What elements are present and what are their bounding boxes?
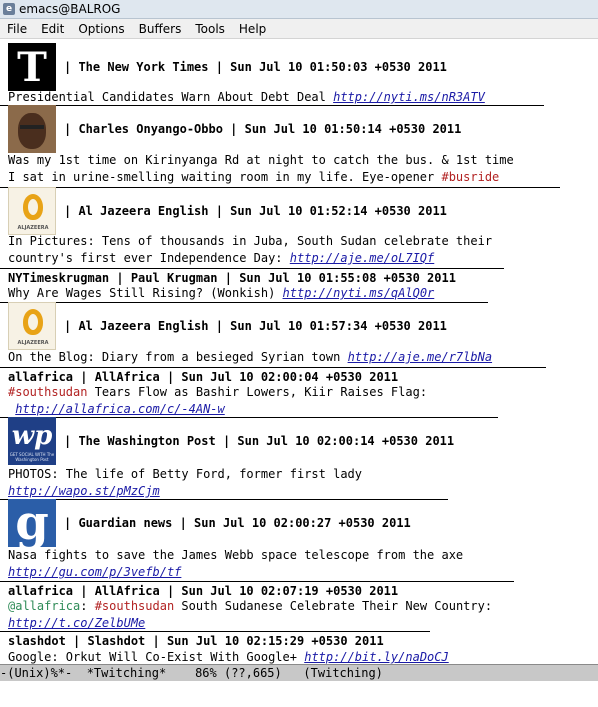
window-title: emacs@BALROG: [19, 2, 121, 16]
tweet-link[interactable]: http://allafrica.com/c/-4AN-w: [15, 402, 225, 416]
tweet-header: g | Guardian news | Sun Jul 10 02:00:27 +…: [8, 499, 411, 547]
tweet-header: ALJAZEERA | Al Jazeera English | Sun Jul …: [8, 187, 447, 235]
tweet-author-line: | Al Jazeera English | Sun Jul 10 01:52:…: [64, 204, 447, 218]
hashtag[interactable]: #southsudan: [8, 385, 87, 399]
tweet-separator: [0, 367, 546, 368]
menu-help[interactable]: Help: [232, 22, 273, 36]
aljazeera-logo: ALJAZEERA: [8, 187, 56, 235]
tweet-link[interactable]: http://gu.com/p/3vefb/tf: [8, 565, 181, 579]
aljazeera-wordmark: ALJAZEERA: [17, 340, 49, 346]
tweet-text-line: country's first ever Independence Day: h…: [8, 250, 434, 267]
tweet-header: wp GET SOCIAL WITH The Washington Post | T…: [8, 417, 454, 465]
tweet-text: PHOTOS: The life of Betty Ford, former f…: [8, 467, 363, 481]
tweet-text-line: I sat in urine-smelling waiting room in …: [8, 169, 499, 186]
tweet-header: T | The New York Times | Sun Jul 10 01:50…: [8, 43, 447, 91]
aljazeera-wordmark: ALJAZEERA: [17, 225, 49, 231]
tweet-author-line: | Guardian news | Sun Jul 10 02:00:27 +0…: [64, 516, 411, 530]
aljazeera-logo: ALJAZEERA: [8, 302, 56, 350]
tweet-text: :: [80, 599, 95, 613]
tweet-text: Presidential Candidates Warn About Debt …: [8, 90, 334, 104]
user-mention[interactable]: @allafrica: [8, 599, 80, 613]
tweet-link[interactable]: http://nyti.ms/nR3ATV: [333, 90, 485, 104]
tweet-text: Google: Orkut Will Co-Exist With Google+: [8, 650, 305, 664]
tweet-link[interactable]: http://t.co/ZelbUMe: [8, 616, 145, 630]
guardian-logo: g: [8, 499, 56, 547]
tweet-separator: [0, 268, 504, 269]
tweet-text-line: On the Blog: Diary from a besieged Syria…: [8, 349, 492, 366]
hashtag[interactable]: #southsudan: [95, 599, 174, 613]
tweet-text: Was my 1st time on Kirinyanga Rd at nigh…: [8, 153, 514, 167]
wp-tagline: GET SOCIAL WITH The Washington Post: [9, 452, 55, 462]
tweet-text: South Sudanese Celebrate Their New Count…: [174, 599, 493, 613]
tweet-text-line: Presidential Candidates Warn About Debt …: [8, 89, 485, 106]
tweet-text-line: @allafrica: #southsudan South Sudanese C…: [8, 598, 492, 615]
tweet-text-line: In Pictures: Tens of thousands in Juba, …: [8, 233, 492, 250]
tweet-author-line: allafrica | AllAfrica | Sun Jul 10 02:00…: [8, 370, 399, 384]
menu-tools[interactable]: Tools: [188, 22, 232, 36]
tweet-text-line: Was my 1st time on Kirinyanga Rd at nigh…: [8, 152, 514, 169]
twitter-timeline-buffer[interactable]: T | The New York Times | Sun Jul 10 01:50…: [0, 39, 598, 664]
tweet-text: Tears Flow as Bashir Lowers, Kiir Raises…: [87, 385, 428, 399]
wp-monogram: wp: [11, 421, 53, 451]
washingtonpost-logo: wp GET SOCIAL WITH The Washington Post: [8, 417, 56, 465]
minibuffer[interactable]: [0, 681, 598, 707]
tweet-author-line: allafrica | AllAfrica | Sun Jul 10 02:07…: [8, 584, 399, 598]
tweet-text-line: Why Are Wages Still Rising? (Wonkish) ht…: [8, 285, 434, 302]
tweet-author-line: | The Washington Post | Sun Jul 10 02:00…: [64, 434, 455, 448]
tweet-author-line: | Al Jazeera English | Sun Jul 10 01:57:…: [64, 319, 447, 333]
menu-file[interactable]: File: [0, 22, 34, 36]
tweet-link[interactable]: http://wapo.st/pMzCjm: [8, 484, 160, 498]
tweet-text-line: http://t.co/ZelbUMe: [8, 615, 145, 632]
tweet-text-line: #southsudan Tears Flow as Bashir Lowers,…: [8, 384, 427, 401]
tweet-text-line: http://allafrica.com/c/-4AN-w: [8, 401, 225, 418]
tweet-link[interactable]: http://aje.me/r7lbNa: [348, 350, 493, 364]
tweet-text: Why Are Wages Still Rising? (Wonkish): [8, 286, 283, 300]
person-glasses-shape: [20, 125, 44, 129]
tweet-text-line: PHOTOS: The life of Betty Ford, former f…: [8, 466, 362, 483]
tweet-link[interactable]: http://nyti.ms/qAlQ0r: [283, 286, 435, 300]
tweet-link[interactable]: http://aje.me/oL7IQf: [290, 251, 435, 265]
menu-edit[interactable]: Edit: [34, 22, 71, 36]
person-face-shape: [18, 113, 46, 149]
person-photo: [8, 105, 56, 153]
tweet-text: I sat in urine-smelling waiting room in …: [8, 170, 442, 184]
tweet-header: | Charles Onyango-Obbo | Sun Jul 10 01:5…: [8, 105, 461, 153]
tweet-separator: [0, 581, 514, 582]
menu-bar: File Edit Options Buffers Tools Help: [0, 19, 598, 39]
nyt-logo: T: [8, 43, 56, 91]
tweet-author-line: slashdot | Slashdot | Sun Jul 10 02:15:2…: [8, 634, 384, 648]
tweet-text: On the Blog: Diary from a besieged Syria…: [8, 350, 348, 364]
aljazeera-emblem-inner: [28, 314, 38, 330]
tweet-text-line: Google: Orkut Will Co-Exist With Google+…: [8, 649, 449, 664]
tweet-header: ALJAZEERA | Al Jazeera English | Sun Jul …: [8, 302, 447, 350]
tweet-text-line: Nasa fights to save the James Webb space…: [8, 547, 463, 564]
tweet-text: In Pictures: Tens of thousands in Juba, …: [8, 234, 493, 248]
window-titlebar[interactable]: e emacs@BALROG: [0, 0, 598, 19]
tweet-text-line: http://gu.com/p/3vefb/tf: [8, 564, 181, 581]
tweet-text-line: http://wapo.st/pMzCjm: [8, 483, 160, 500]
menu-buffers[interactable]: Buffers: [132, 22, 189, 36]
tweet-author-line: NYTimeskrugman | Paul Krugman | Sun Jul …: [8, 271, 456, 285]
tweet-text: country's first ever Independence Day:: [8, 251, 290, 265]
mode-line: -(Unix)%*- *Twitching* 86% (??,665) (Twi…: [0, 664, 598, 681]
tweet-text: Nasa fights to save the James Webb space…: [8, 548, 464, 562]
aljazeera-emblem-inner: [28, 199, 38, 215]
tweet-author-line: | Charles Onyango-Obbo | Sun Jul 10 01:5…: [64, 122, 462, 136]
tweet-link[interactable]: http://bit.ly/naDoCJ: [304, 650, 449, 664]
menu-options[interactable]: Options: [71, 22, 131, 36]
tweet-separator: [0, 631, 430, 632]
tweet-author-line: | The New York Times | Sun Jul 10 01:50:…: [64, 60, 447, 74]
emacs-app-icon: e: [3, 3, 15, 15]
hashtag[interactable]: #busride: [441, 170, 499, 184]
